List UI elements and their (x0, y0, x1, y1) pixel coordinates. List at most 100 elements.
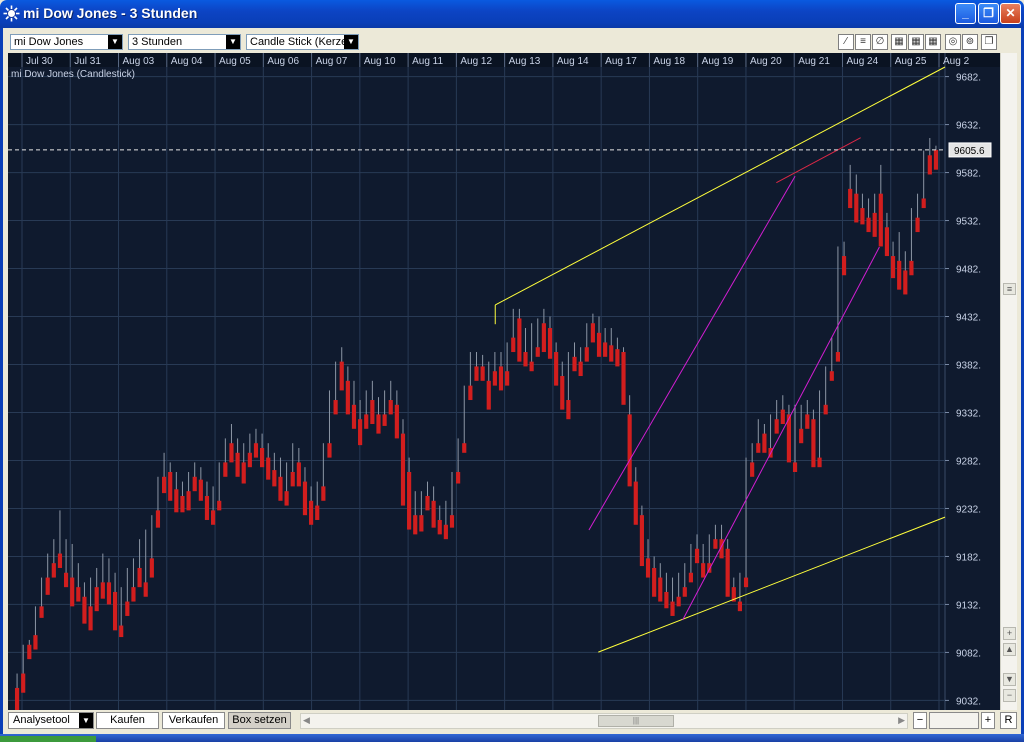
zoom-in-icon[interactable]: + (1003, 627, 1016, 640)
zoom-icon[interactable]: ◎ (945, 34, 961, 50)
candle-down (529, 361, 534, 372)
candle-down (860, 208, 865, 225)
symbol-select[interactable]: mi Dow Jones ▼ (10, 34, 123, 50)
scroll-right-icon[interactable]: ▶ (898, 715, 905, 726)
candle-down (725, 548, 730, 597)
scroll-thumb[interactable]: ||| (598, 715, 674, 727)
candle-down (468, 385, 473, 401)
candle-down (223, 462, 228, 477)
analysetool-select[interactable]: Analysetool ▼ (8, 712, 94, 729)
candle-down (841, 256, 847, 276)
candle-down (63, 572, 69, 588)
x-tick-label: Aug 18 (653, 56, 685, 67)
x-tick-label: Aug 21 (798, 56, 830, 67)
x-tick-label: Aug 2 (943, 56, 970, 67)
candle-down (284, 491, 289, 506)
candle-down (88, 606, 93, 631)
settings-icon[interactable]: ⊚ (962, 34, 978, 50)
candle-down (854, 193, 859, 223)
scroll-thumb[interactable]: ≡ (1003, 283, 1016, 295)
candle-down (272, 470, 277, 487)
zoom-slider[interactable] (929, 712, 979, 729)
chevron-down-icon[interactable]: ▼ (108, 35, 122, 49)
candle-down (792, 462, 798, 472)
chart-type-select[interactable]: Candle Stick (Kerze ▼ (246, 34, 359, 50)
chevron-down-icon[interactable]: ▼ (79, 713, 93, 728)
y-tick-label: 9532. (956, 217, 981, 228)
candle-down (419, 515, 424, 532)
candle-down (799, 428, 804, 444)
candle-down (566, 400, 571, 420)
candle-down (425, 495, 430, 511)
start-button[interactable] (0, 736, 96, 742)
chevron-down-icon[interactable]: ▼ (226, 35, 240, 49)
candle-down (174, 489, 179, 513)
candle-down (627, 414, 632, 487)
candle-down (590, 323, 595, 343)
grid-icon[interactable]: ▦ (891, 34, 907, 50)
candle-down (933, 149, 939, 170)
candle-down (921, 198, 926, 209)
chart-area[interactable]: Jul 30 Jul 31 Aug 03 Aug 04 Aug 05 Aug 06 Aug … (8, 53, 1000, 712)
candle-down (652, 567, 657, 597)
zoom-out-icon[interactable]: − (1003, 689, 1016, 702)
candle-down (339, 361, 344, 391)
interval-select[interactable]: 3 Stunden ▼ (128, 34, 241, 50)
candle-down (198, 479, 203, 501)
candlestick-chart[interactable]: Jul 30 Jul 31 Aug 03 Aug 04 Aug 05 Aug 06 Aug … (8, 53, 1000, 712)
chevron-down-icon[interactable]: ▼ (344, 35, 358, 49)
candle-down (817, 457, 822, 468)
candle-down (645, 558, 651, 578)
candle-down (51, 563, 56, 578)
candle-down (560, 376, 565, 410)
title-bar[interactable]: mi Dow Jones - 3 Stunden _ ❐ ✕ (0, 0, 1024, 28)
candle-down (358, 419, 363, 446)
vertical-scrollbar[interactable]: ≡ + ▲ ▼ − (1000, 53, 1017, 710)
scroll-down-icon[interactable]: ▼ (1003, 673, 1016, 686)
candle-down (866, 217, 871, 233)
candle-down (333, 400, 338, 415)
y-tick-label: 9482. (956, 265, 981, 276)
maximize-button[interactable]: ❐ (978, 3, 999, 24)
grid-icon[interactable]: ▦ (908, 34, 924, 50)
candle-down (192, 476, 197, 492)
candle-down (247, 452, 252, 468)
candle-down (376, 414, 381, 434)
grid-icon[interactable]: ▦ (925, 34, 941, 50)
hline-icon[interactable]: ≡ (855, 34, 871, 50)
box-setzen-button[interactable]: Box setzen (228, 712, 291, 729)
candle-down (915, 217, 920, 233)
candle-down (486, 380, 491, 410)
candle-down (535, 347, 540, 357)
fib-icon[interactable]: ∅ (872, 34, 888, 50)
x-tick-label: Aug 06 (267, 56, 299, 67)
candle-down (321, 486, 326, 501)
candle-down (848, 188, 853, 209)
reset-button[interactable]: R (1000, 712, 1017, 729)
taskbar (0, 734, 1024, 742)
close-button[interactable]: ✕ (1000, 3, 1021, 24)
candle-down (137, 567, 142, 588)
scroll-up-icon[interactable]: ▲ (1003, 643, 1016, 656)
zoom-out-button[interactable]: − (913, 712, 927, 729)
candle-down (774, 419, 779, 434)
candle-down (517, 318, 522, 362)
restore-icon[interactable]: ❐ (981, 34, 997, 50)
candle-down (155, 510, 161, 528)
candle-down (541, 323, 546, 353)
candle-down (143, 582, 148, 597)
minimize-button[interactable]: _ (955, 3, 976, 24)
candle-down (750, 462, 755, 477)
candle-down (713, 539, 718, 549)
candle-down (33, 635, 38, 650)
y-tick-label: 9582. (956, 169, 981, 180)
candle-down (100, 582, 105, 599)
kaufen-button[interactable]: Kaufen (96, 712, 159, 729)
candle-down (621, 352, 626, 405)
scroll-left-icon[interactable]: ◀ (303, 715, 310, 726)
draw-line-icon[interactable]: ⁄ (838, 34, 854, 50)
zoom-in-button[interactable]: + (981, 712, 995, 729)
candle-down (186, 491, 191, 511)
horizontal-scrollbar[interactable]: ◀ ||| ▶ (300, 713, 908, 729)
verkaufen-button[interactable]: Verkaufen (162, 712, 225, 729)
